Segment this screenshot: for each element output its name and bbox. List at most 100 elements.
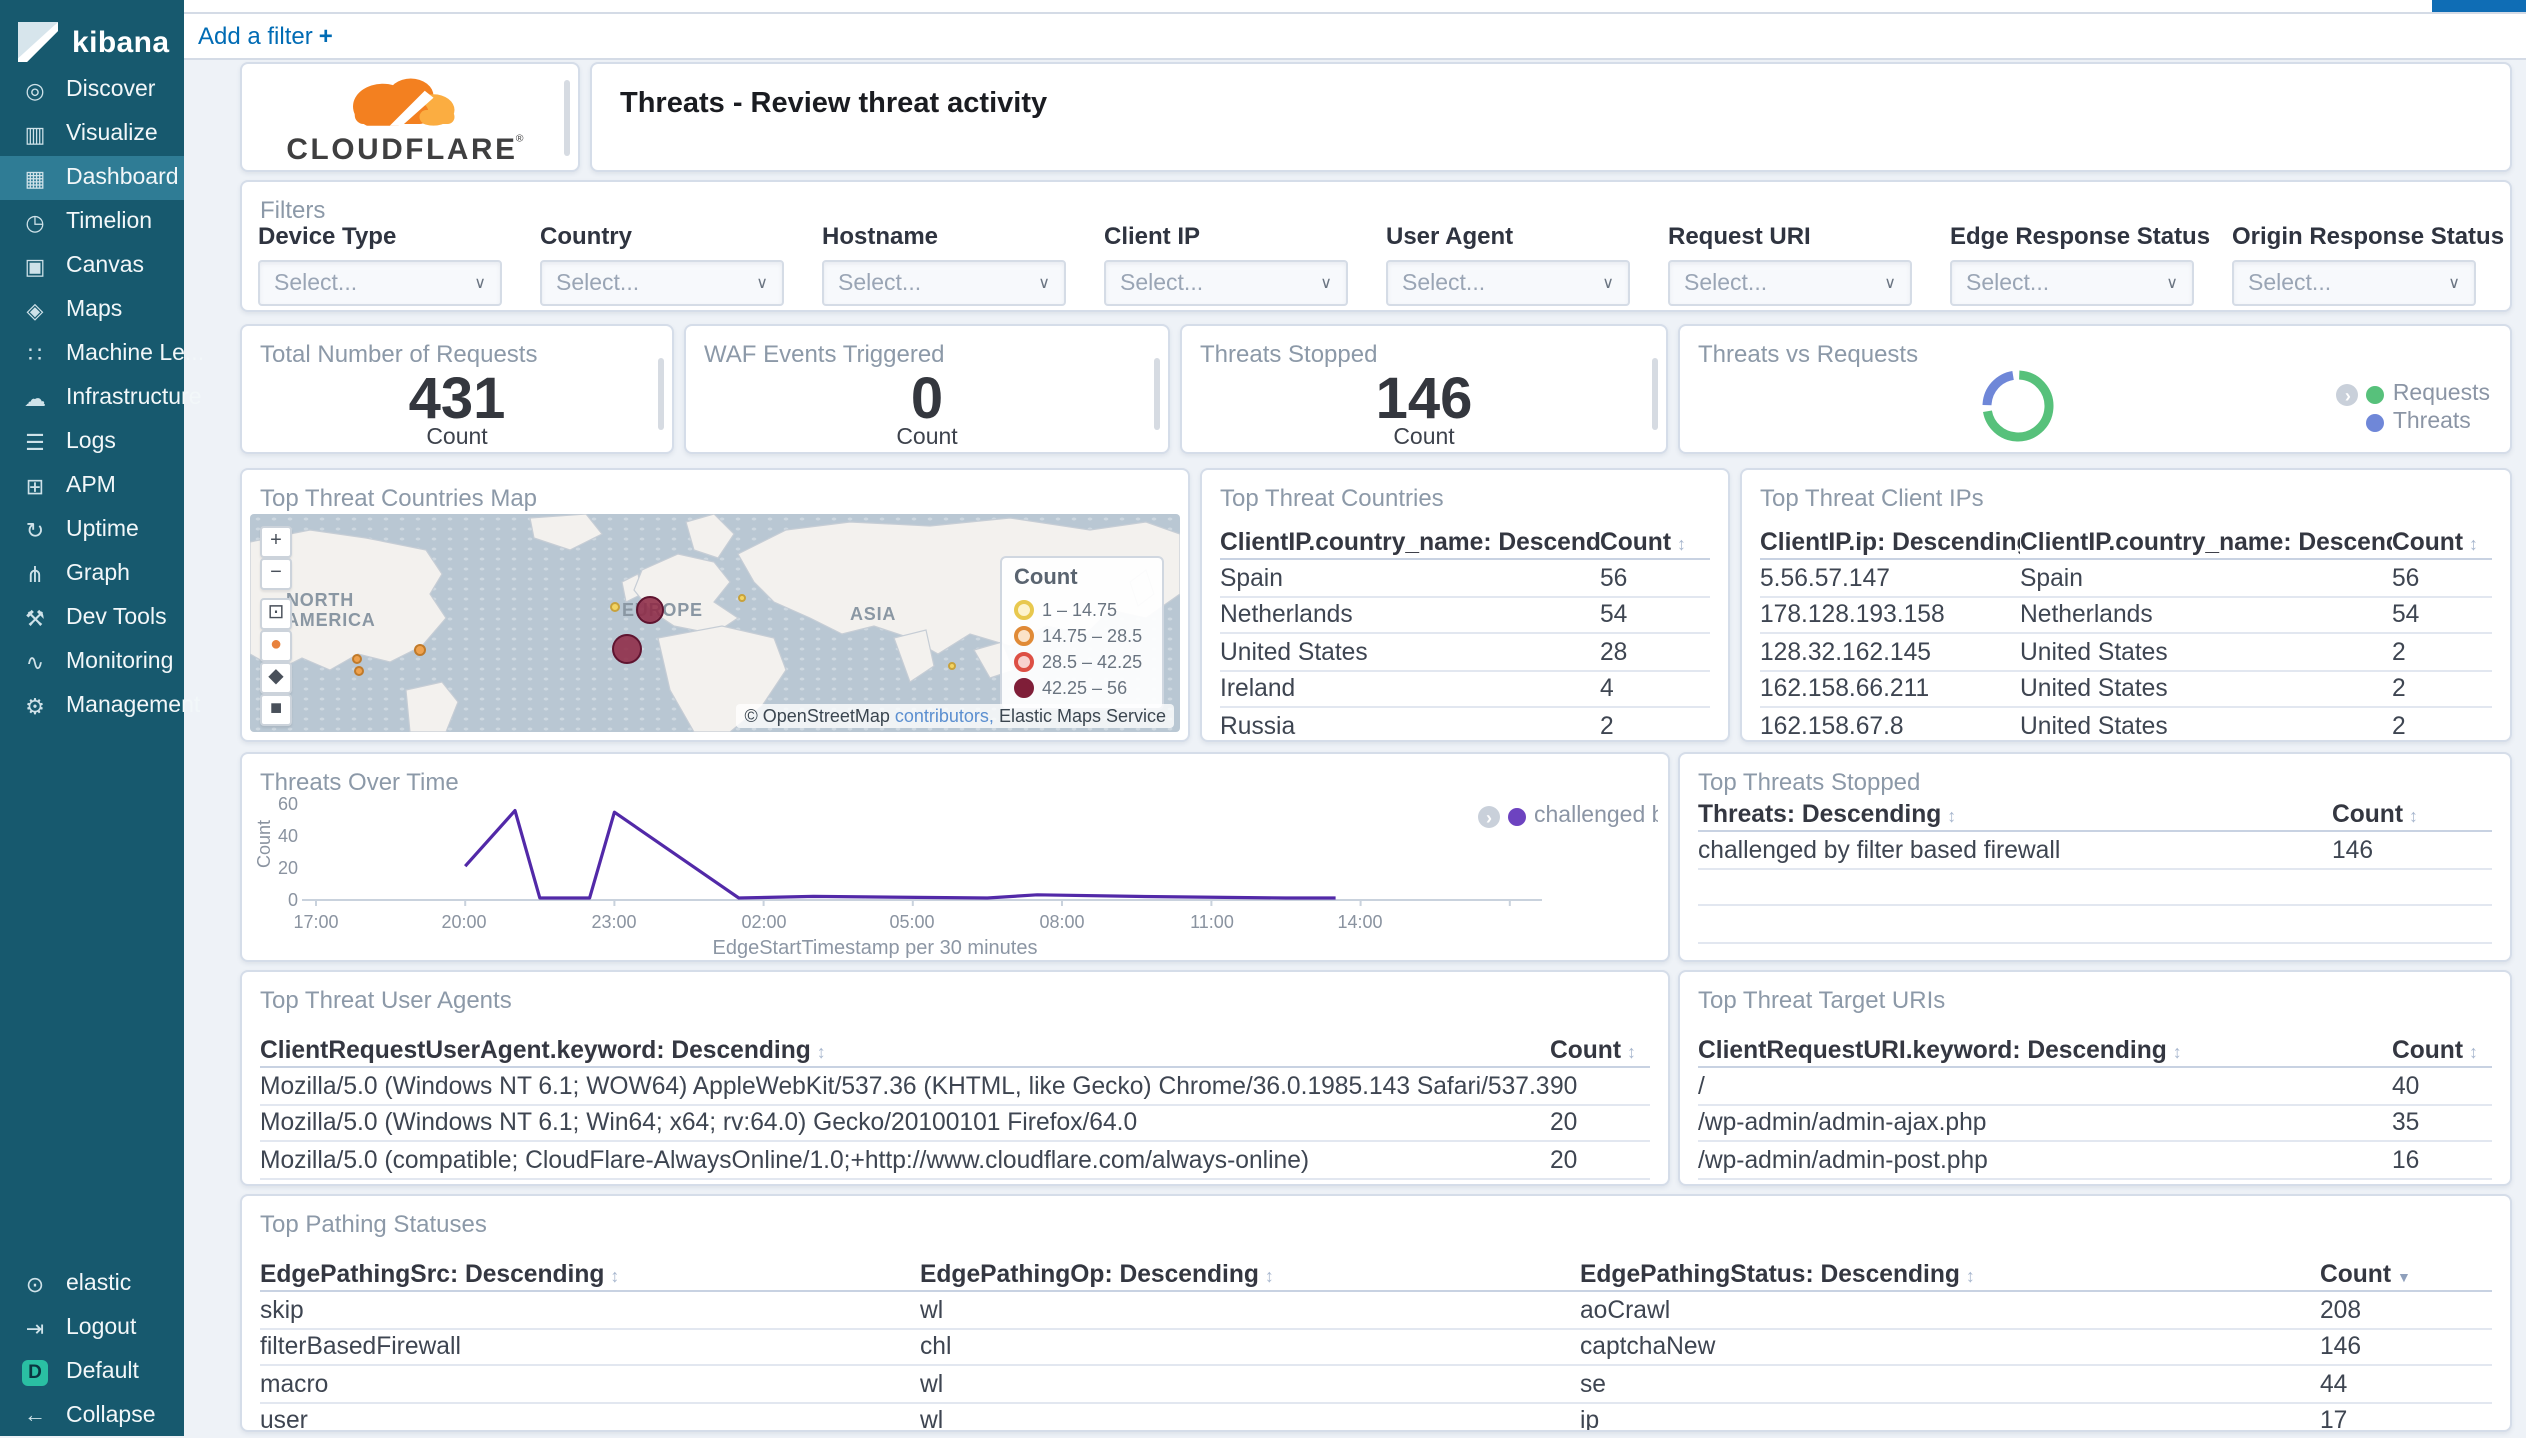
filter-select[interactable]: Select... ∨ [540,260,784,306]
app-title: kibana [72,25,170,59]
sort-icon[interactable] [2469,533,2478,553]
sidebar-item[interactable]: ⋔ Graph [0,552,184,596]
top-threats-stopped-panel: Top Threats Stopped Threats: Descending … [1678,752,2512,962]
filter-field-label: Hostname [822,222,939,250]
sidebar-item[interactable]: ▣ Canvas [0,244,184,288]
panel-scrollbar[interactable] [1652,358,1658,430]
sidebar-item-label: APM [66,474,116,498]
sidebar-item[interactable]: ↻ Uptime [0,508,184,552]
sort-icon[interactable] [817,1041,826,1061]
map-threat-dot[interactable] [609,601,619,611]
filter-select[interactable]: Select... ∨ [1104,260,1348,306]
country-cell: Netherlands [2020,600,2153,629]
map-crop-tool-button[interactable]: ⊡ [260,598,292,630]
map-zoom-out-button[interactable]: − [260,558,292,590]
sort-icon[interactable] [1265,1265,1274,1285]
sidebar-item[interactable]: ⚒ Dev Tools [0,596,184,640]
map-threat-dot[interactable] [353,665,363,675]
sidebar-item-label: Dashboard [66,166,179,190]
pathing-src-cell: filterBasedFirewall [260,1332,461,1361]
sidebar-item[interactable]: ⊞ APM [0,464,184,508]
threats-vs-requests-panel: Threats vs Requests Requests Threats [1678,324,2512,454]
count-cell: 44 [2320,1369,2348,1398]
legend-item-challenged[interactable]: challenged b... [1478,802,1658,830]
table-row: 162.158.66.211 United States 2 [1760,671,2492,708]
y-tick: 0 [287,890,298,910]
expand-legend-icon[interactable] [2336,383,2359,405]
sidebar-item[interactable]: ▦ Dashboard [0,156,184,200]
map-legend: Count 1 – 14.75 14.75 – 28.5 28.5 – 42.2… [1000,556,1164,710]
sort-desc-icon[interactable] [2397,1265,2411,1285]
sidebar-footer-icon: D [22,1359,48,1385]
map-threat-dot[interactable] [636,596,664,624]
sort-icon[interactable] [2173,1041,2182,1061]
update-button-fragment[interactable] [2432,0,2526,12]
sort-icon[interactable] [1627,1041,1636,1061]
map-rectangle-tool-button[interactable]: ■ [260,694,292,726]
sidebar-item[interactable]: ∿ Monitoring [0,640,184,684]
map-threat-dot[interactable] [948,662,956,670]
expand-legend-icon[interactable] [1478,805,1500,827]
filter-select[interactable]: Select... ∨ [1386,260,1630,306]
sidebar-item[interactable]: ∷ Machine Le... [0,332,204,376]
map-polygon-tool-button[interactable]: ◆ [260,662,292,694]
filter-select[interactable]: Select... ∨ [822,260,1066,306]
sidebar-item[interactable]: ☰ Logs [0,420,184,464]
table-row: skip wl aoCrawl 208 [260,1293,2492,1330]
sort-icon[interactable] [2409,805,2418,825]
filter-select[interactable]: Select... ∨ [2232,260,2476,306]
country-cell: Spain [2020,564,2083,593]
kibana-logo[interactable]: kibana [0,0,184,70]
sort-icon[interactable] [2469,1041,2478,1061]
map-zoom-in-button[interactable]: + [260,526,292,558]
map-circle-tool-button[interactable]: ● [260,630,292,662]
sidebar-item-icon: ↻ [25,519,45,543]
threats-vs-requests-donut[interactable] [1978,366,2058,446]
filter-field-label: User Agent [1386,222,1514,250]
sidebar-item[interactable]: ☁ Infrastructure [0,376,202,420]
sidebar-footer-icon: ← [24,1404,46,1428]
map-threat-dot[interactable] [414,644,426,656]
add-filter-link[interactable]: Add a filter + [198,22,333,50]
x-tick: 11:00 [1190,912,1234,932]
x-tick: 20:00 [441,912,487,932]
sidebar-footer-item[interactable]: D Default [0,1350,184,1394]
top-threat-countries-panel: Top Threat Countries ClientIP.country_na… [1200,468,1730,742]
panel-scrollbar[interactable] [1154,358,1160,430]
sidebar-footer-item[interactable]: ← Collapse [0,1394,184,1438]
legend-item-requests[interactable]: Requests [2336,380,2490,408]
sort-icon[interactable] [610,1265,619,1285]
x-tick: 17:00 [293,912,339,932]
legend-item-threats[interactable]: Threats [2337,408,2490,436]
donut-legend: Requests Threats [2336,380,2490,436]
top-threat-user-agents-panel: Top Threat User Agents ClientRequestUser… [240,970,1670,1186]
count-cell: 146 [2320,1332,2362,1361]
sidebar-item-icon: ◎ [25,79,45,103]
sidebar-item[interactable]: ⚙ Management [0,684,200,728]
osm-link[interactable]: contributors, [890,706,994,726]
world-map[interactable]: NORTH AMERICA EUROPE ASIA + − ⊡ ● ◆ ■ Co… [250,514,1180,732]
country-cell: United States [2020,637,2168,666]
sidebar-item[interactable]: ▥ Visualize [0,112,184,156]
sidebar-footer-item[interactable]: ⊙ elastic [0,1262,184,1306]
count-cell: 2 [2392,711,2406,740]
panel-scrollbar[interactable] [658,358,664,430]
filter-select[interactable]: Select... ∨ [1668,260,1912,306]
map-threat-dot[interactable] [738,594,746,602]
ip-cell: 178.128.193.158 [1760,600,1945,629]
sort-icon[interactable] [1966,1265,1975,1285]
sidebar-item[interactable]: ◷ Timelion [0,200,184,244]
sidebar-item[interactable]: ◈ Maps [0,288,184,332]
sort-icon[interactable] [1677,533,1686,553]
sidebar-item-label: Uptime [66,518,139,542]
sort-icon[interactable] [1947,805,1956,825]
chart-legend: challenged b... [1478,802,1658,830]
table-body: challenged by filter based firewall 146 [1698,833,2492,870]
filter-select[interactable]: Select... ∨ [258,260,502,306]
filter-select[interactable]: Select... ∨ [1950,260,2194,306]
map-threat-dot[interactable] [611,633,641,663]
sidebar-item[interactable]: ◎ Discover [0,68,184,112]
map-threat-dot[interactable] [351,653,361,663]
panel-scrollbar[interactable] [564,80,570,156]
sidebar-footer-item[interactable]: ⇥ Logout [0,1306,184,1350]
